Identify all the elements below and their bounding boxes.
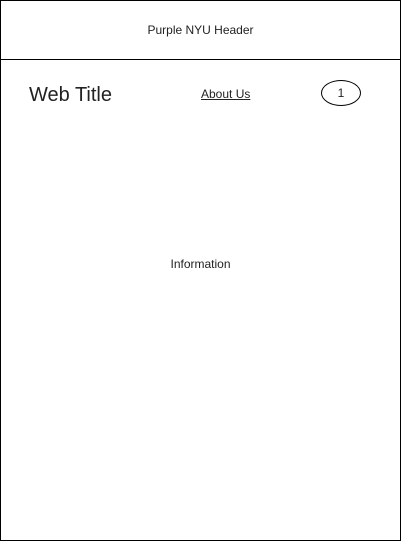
information-text: Information <box>170 257 231 271</box>
header-label: Purple NYU Header <box>147 23 254 37</box>
web-title: Web Title <box>29 84 112 106</box>
header-banner: Purple NYU Header <box>0 0 401 60</box>
about-us-link[interactable]: About Us <box>201 87 250 101</box>
page-number-badge[interactable]: 1 <box>321 80 361 106</box>
page-content: Web Title About Us 1 Information <box>0 60 401 541</box>
badge-label: 1 <box>337 86 345 100</box>
